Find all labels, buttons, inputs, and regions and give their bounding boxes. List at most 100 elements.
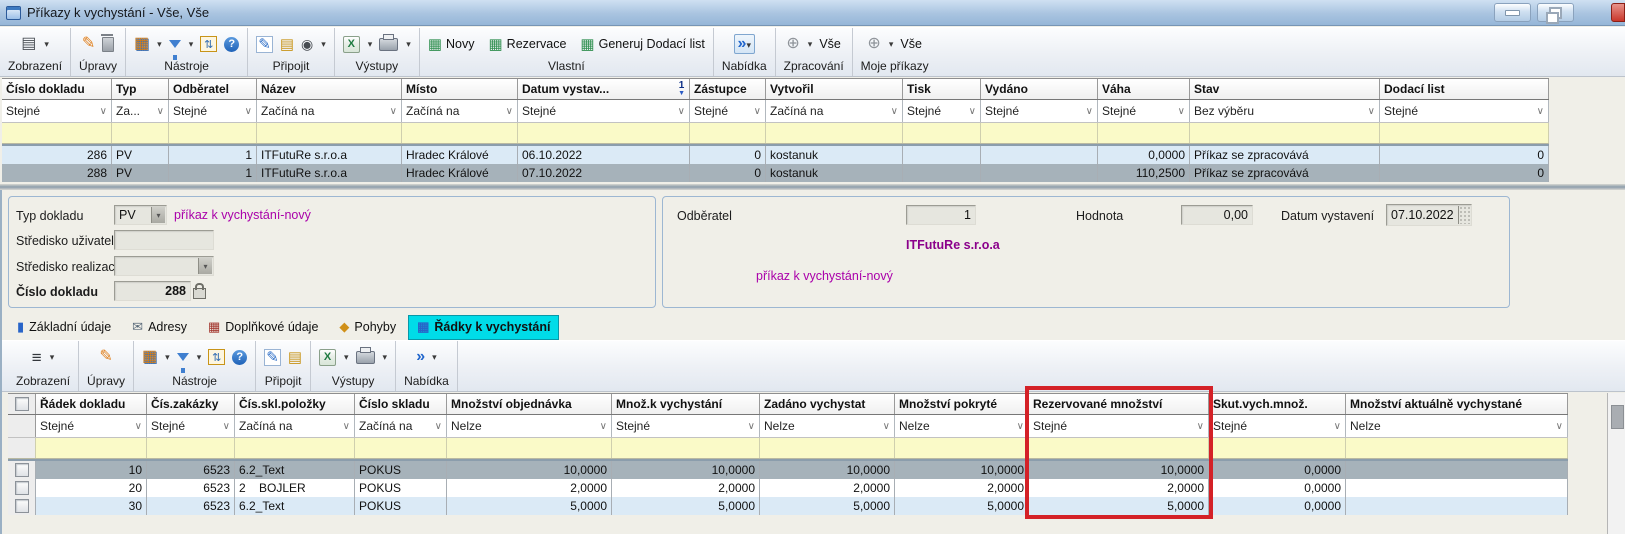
quickfilter-input[interactable] xyxy=(1346,438,1568,458)
lines-row-20[interactable]: 20 6523 2 BOJLER POKUS 2,0000 2,0000 2,0… xyxy=(8,479,1568,497)
edit-icon[interactable]: ✎ xyxy=(82,36,95,52)
chevron-down-icon[interactable]: ▾ xyxy=(189,39,194,50)
filter-select[interactable]: Stejné∨ xyxy=(1098,100,1190,122)
chevron-down-icon[interactable]: ▾ xyxy=(157,39,162,50)
quickfilter-input[interactable] xyxy=(402,123,518,143)
quickfilter-input[interactable] xyxy=(2,123,112,143)
column-header-rezervovane-mnozstvi[interactable]: Rezervované množství xyxy=(1029,394,1209,414)
zpracovani-value[interactable]: Vše xyxy=(819,37,841,51)
quickfilter-input[interactable] xyxy=(355,438,447,458)
quickfilter-input[interactable] xyxy=(1209,438,1346,458)
filter-select[interactable]: Stejné∨ xyxy=(981,100,1098,122)
column-header-nazev[interactable]: Název xyxy=(257,79,402,99)
quickfilter-input[interactable] xyxy=(1098,123,1190,143)
stredisko-uzivatele-field[interactable] xyxy=(114,230,214,250)
menu-chevrons-icon[interactable]: » xyxy=(416,349,424,365)
filter-select[interactable]: Stejné∨ xyxy=(147,415,235,437)
quickfilter-input[interactable] xyxy=(1380,123,1549,143)
lines-row-30[interactable]: 30 6523 6.2_Text POKUS 5,0000 5,0000 5,0… xyxy=(8,497,1568,515)
excel-icon[interactable]: X xyxy=(319,349,336,366)
column-header-cis-skl-polozky[interactable]: Čís.skl.položky xyxy=(235,394,355,414)
quickfilter-input[interactable] xyxy=(690,123,766,143)
note-icon[interactable]: ✎ xyxy=(256,36,273,53)
filter-select[interactable]: Nelze∨ xyxy=(447,415,612,437)
date-spinner[interactable] xyxy=(1458,206,1470,224)
cislo-dokladu-field[interactable]: 288 xyxy=(114,281,191,301)
tab-adresy[interactable]: ✉Adresy xyxy=(123,315,196,340)
options-icon[interactable]: ⇅ xyxy=(200,36,217,52)
chevron-down-icon[interactable]: ▾ xyxy=(889,39,894,50)
tab-radky-k-vychystani[interactable]: ▦Řádky k vychystání xyxy=(408,315,559,340)
dropdown-button[interactable]: ▾ xyxy=(198,258,212,274)
note-icon[interactable]: ✎ xyxy=(264,349,281,366)
dropdown-button[interactable]: ▾ xyxy=(151,207,165,223)
quickfilter-input[interactable] xyxy=(447,438,612,458)
vertical-scrollbar[interactable] xyxy=(1607,393,1625,534)
edit-icon[interactable]: ✎ xyxy=(99,349,112,365)
column-header-datum-vystaveni[interactable]: Datum vystav...1▼ xyxy=(518,79,690,99)
rezervace-button[interactable]: ▦Rezervace xyxy=(488,37,566,52)
datum-vystaveni-field[interactable]: 07.10.2022 xyxy=(1386,204,1472,226)
column-header-vytvoril[interactable]: Vytvořil xyxy=(766,79,903,99)
filter-select[interactable]: Stejné∨ xyxy=(612,415,760,437)
restore-button[interactable] xyxy=(1537,3,1574,22)
lines-toolbar-group-zobrazeni[interactable]: ≡▾ Zobrazení xyxy=(8,341,79,391)
quickfilter-input[interactable] xyxy=(1029,438,1209,458)
chevron-down-icon[interactable]: ▾ xyxy=(383,352,388,363)
tools-icon[interactable]: ▦ xyxy=(134,36,149,52)
column-header-stav[interactable]: Stav xyxy=(1190,79,1380,99)
quickfilter-input[interactable] xyxy=(612,438,760,458)
chevron-down-icon[interactable]: ▾ xyxy=(197,352,202,363)
chevron-down-icon[interactable]: ▾ xyxy=(344,352,349,363)
attachment-icon[interactable]: ◉ xyxy=(301,37,313,51)
novy-button[interactable]: ▦Novy xyxy=(428,37,475,52)
process-icon[interactable]: ⊕ xyxy=(786,36,799,52)
column-header-radek-dokladu[interactable]: Řádek dokladu xyxy=(36,394,147,414)
filter-select[interactable]: Stejné∨ xyxy=(1209,415,1346,437)
moje-prikazy-value[interactable]: Vše xyxy=(900,37,922,51)
odberatel-field[interactable]: 1 xyxy=(906,205,976,225)
print-icon[interactable] xyxy=(356,351,375,364)
column-header-vaha[interactable]: Váha xyxy=(1098,79,1190,99)
chevron-down-icon[interactable]: ▾ xyxy=(321,39,326,50)
filter-select-rezervovane[interactable]: Stejné∨ xyxy=(1029,415,1209,437)
filter-select[interactable]: Nelze∨ xyxy=(1346,415,1568,437)
help-icon[interactable]: ? xyxy=(224,37,239,52)
filter-select[interactable]: Stejné∨ xyxy=(518,100,690,122)
quickfilter-input[interactable] xyxy=(1190,123,1380,143)
hodnota-field[interactable]: 0,00 xyxy=(1181,205,1253,225)
tab-doplnkove-udaje[interactable]: ▦Doplňkové údaje xyxy=(199,315,327,340)
orders-row-286[interactable]: 286 PV 1 ITFutuRe s.r.o.a Hradec Králové… xyxy=(2,146,1549,164)
close-button[interactable] xyxy=(1611,3,1625,22)
chevron-down-icon[interactable]: ▾ xyxy=(368,39,373,50)
filter-icon[interactable] xyxy=(169,40,181,48)
column-header-mnozstvi-objednavka[interactable]: Množství objednávka xyxy=(447,394,612,414)
orders-row-288-selected[interactable]: 288 PV 1 ITFutuRe s.r.o.a Hradec Králové… xyxy=(2,164,1549,182)
filter-select[interactable]: Nelze∨ xyxy=(895,415,1029,437)
column-header-mnozstvi-aktualne[interactable]: Množství aktuálně vychystané xyxy=(1346,394,1568,414)
filter-select[interactable]: Stejné∨ xyxy=(169,100,257,122)
checklist-icon[interactable]: ▤ xyxy=(280,37,294,52)
quickfilter-input[interactable] xyxy=(112,123,169,143)
tab-zakladni-udaje[interactable]: ▮Základní údaje xyxy=(8,315,120,340)
filter-select[interactable]: Začíná na∨ xyxy=(257,100,402,122)
quickfilter-input[interactable] xyxy=(257,123,402,143)
filter-select[interactable]: Za...∨ xyxy=(112,100,169,122)
quickfilter-input[interactable] xyxy=(903,123,981,143)
filter-select[interactable]: Stejné∨ xyxy=(2,100,112,122)
quickfilter-input[interactable] xyxy=(169,123,257,143)
row-checkbox-cell[interactable] xyxy=(8,479,36,497)
scrollbar-thumb[interactable] xyxy=(1611,405,1624,429)
column-header-vydano[interactable]: Vydáno xyxy=(981,79,1098,99)
column-header-mnoz-k-vychystani[interactable]: Množ.k vychystání xyxy=(612,394,760,414)
chevron-down-icon[interactable]: ▾ xyxy=(165,352,170,363)
column-header-cislo-skladu[interactable]: Číslo skladu xyxy=(355,394,447,414)
column-header-dodaci-list[interactable]: Dodací list xyxy=(1380,79,1549,99)
delete-icon[interactable] xyxy=(102,37,114,52)
select-all-checkbox-cell[interactable] xyxy=(8,394,36,414)
column-header-cislo-dokladu[interactable]: Číslo dokladu xyxy=(2,79,112,99)
column-header-cis-zakazky[interactable]: Čís.zakázky xyxy=(147,394,235,414)
quickfilter-input[interactable] xyxy=(981,123,1098,143)
quickfilter-input[interactable] xyxy=(895,438,1029,458)
filter-icon[interactable] xyxy=(177,353,189,361)
